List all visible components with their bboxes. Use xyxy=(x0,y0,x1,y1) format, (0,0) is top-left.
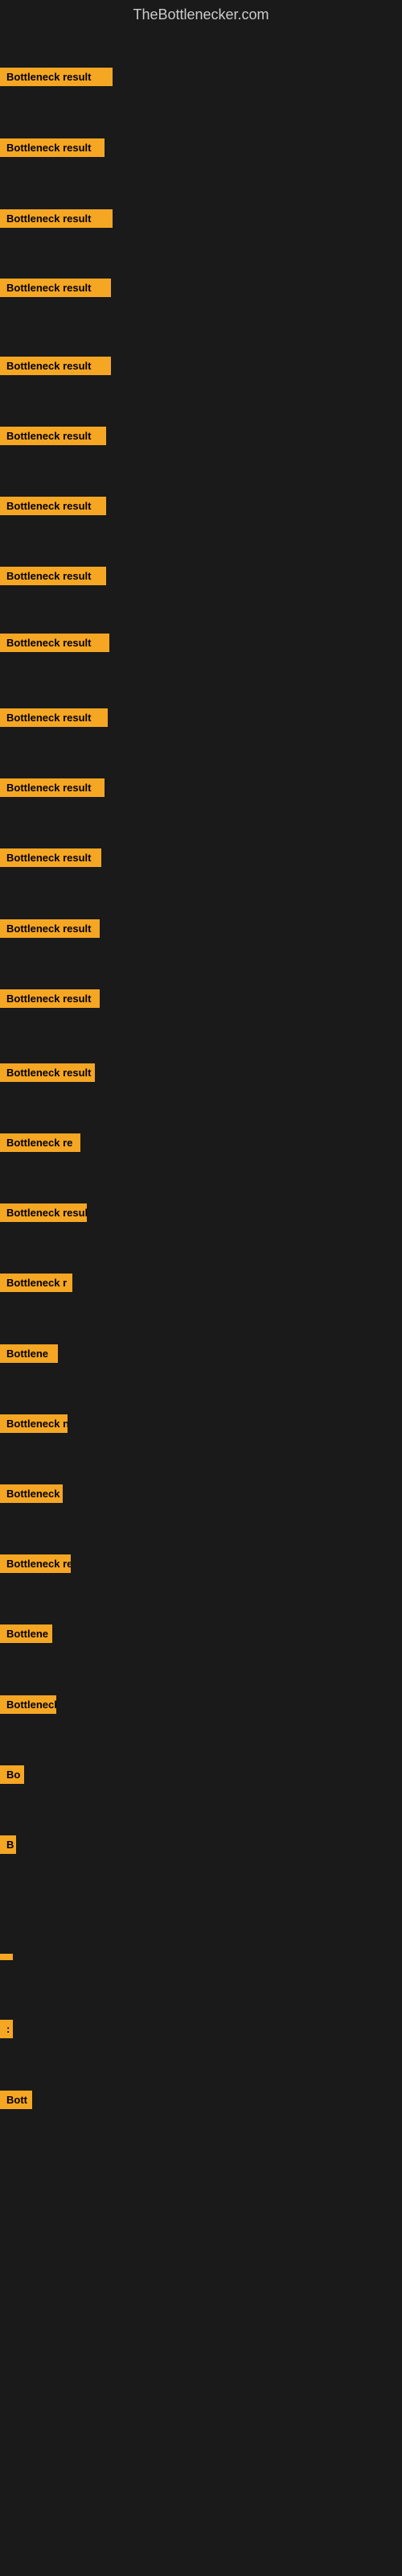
bottleneck-result-item[interactable] xyxy=(0,1950,13,1964)
bottleneck-label: Bottlene xyxy=(0,1624,52,1643)
bottleneck-result-item[interactable]: Bottleneck re xyxy=(0,1133,80,1156)
bottleneck-result-item[interactable]: Bottleneck result xyxy=(0,567,106,589)
bottleneck-result-item[interactable]: Bottlene xyxy=(0,1624,52,1647)
site-title: TheBottlenecker.com xyxy=(0,0,402,30)
bottleneck-label: Bottleneck result xyxy=(0,68,113,86)
bottleneck-label: Bottleneck result xyxy=(0,989,100,1008)
bottleneck-label: Bottleneck result xyxy=(0,497,106,515)
bottleneck-result-item[interactable]: Bottlene xyxy=(0,1344,58,1367)
bottleneck-result-item[interactable]: Bott xyxy=(0,2091,32,2113)
bottleneck-result-item[interactable]: Bottleneck result xyxy=(0,68,113,90)
bottleneck-result-item[interactable]: Bottleneck re xyxy=(0,1554,71,1577)
bottleneck-result-item[interactable]: Bottleneck xyxy=(0,1695,56,1718)
bottleneck-result-item[interactable]: Bottleneck r xyxy=(0,1274,72,1296)
bottleneck-result-item[interactable]: Bottleneck result xyxy=(0,279,111,301)
bottleneck-label: Bottleneck r xyxy=(0,1274,72,1292)
bottleneck-result-item[interactable]: Bottleneck result xyxy=(0,427,106,449)
bottleneck-label: B xyxy=(0,1835,16,1854)
bottleneck-result-item[interactable]: Bottleneck result xyxy=(0,778,105,801)
bottleneck-result-item[interactable]: Bottleneck resul xyxy=(0,1203,87,1226)
bottleneck-result-item[interactable]: Bottleneck xyxy=(0,1484,63,1507)
bottleneck-label: Bottleneck xyxy=(0,1695,56,1714)
bottleneck-label: Bottleneck re xyxy=(0,1554,71,1573)
bottleneck-label: Bottleneck result xyxy=(0,567,106,585)
bottleneck-result-item[interactable]: Bottleneck result xyxy=(0,989,100,1012)
bottleneck-result-item[interactable]: Bottleneck result xyxy=(0,209,113,232)
bottleneck-result-item[interactable]: Bottleneck result xyxy=(0,497,106,519)
bottleneck-label: Bottleneck result xyxy=(0,209,113,228)
bottleneck-label: Bottleneck resul xyxy=(0,1203,87,1222)
bottleneck-label: Bottleneck re xyxy=(0,1133,80,1152)
bottleneck-result-item[interactable]: Bottleneck result xyxy=(0,138,105,161)
bottleneck-label: Bottleneck n xyxy=(0,1414,68,1433)
bottleneck-label: : xyxy=(0,2020,13,2038)
bottleneck-result-item[interactable]: Bottleneck result xyxy=(0,357,111,379)
bottleneck-result-item[interactable]: Bottleneck result xyxy=(0,1063,95,1086)
bottleneck-label: Bottleneck result xyxy=(0,634,109,652)
bottleneck-label: Bottleneck result xyxy=(0,919,100,938)
bottleneck-label: Bottleneck result xyxy=(0,279,111,297)
bottleneck-result-item[interactable]: Bottleneck n xyxy=(0,1414,68,1437)
bottleneck-result-item[interactable]: Bo xyxy=(0,1765,24,1788)
bottleneck-label: Bottleneck xyxy=(0,1484,63,1503)
bottleneck-label: Bottleneck result xyxy=(0,708,108,727)
bottleneck-result-item[interactable]: B xyxy=(0,1835,16,1858)
bottleneck-label: Bottleneck result xyxy=(0,848,101,867)
bottleneck-label: Bottleneck result xyxy=(0,427,106,445)
bottleneck-label: Bottlene xyxy=(0,1344,58,1363)
bottleneck-label xyxy=(0,1954,13,1960)
bottleneck-result-item[interactable]: : xyxy=(0,2020,13,2042)
bottleneck-label: Bo xyxy=(0,1765,24,1784)
bottleneck-result-item[interactable]: Bottleneck result xyxy=(0,634,109,656)
bottleneck-result-item[interactable]: Bottleneck result xyxy=(0,919,100,942)
bottleneck-label: Bottleneck result xyxy=(0,778,105,797)
bottleneck-result-item[interactable]: Bottleneck result xyxy=(0,848,101,871)
bottleneck-label: Bott xyxy=(0,2091,32,2109)
bottleneck-result-item[interactable]: Bottleneck result xyxy=(0,708,108,731)
bottleneck-label: Bottleneck result xyxy=(0,1063,95,1082)
bottleneck-label: Bottleneck result xyxy=(0,138,105,157)
bottleneck-label: Bottleneck result xyxy=(0,357,111,375)
